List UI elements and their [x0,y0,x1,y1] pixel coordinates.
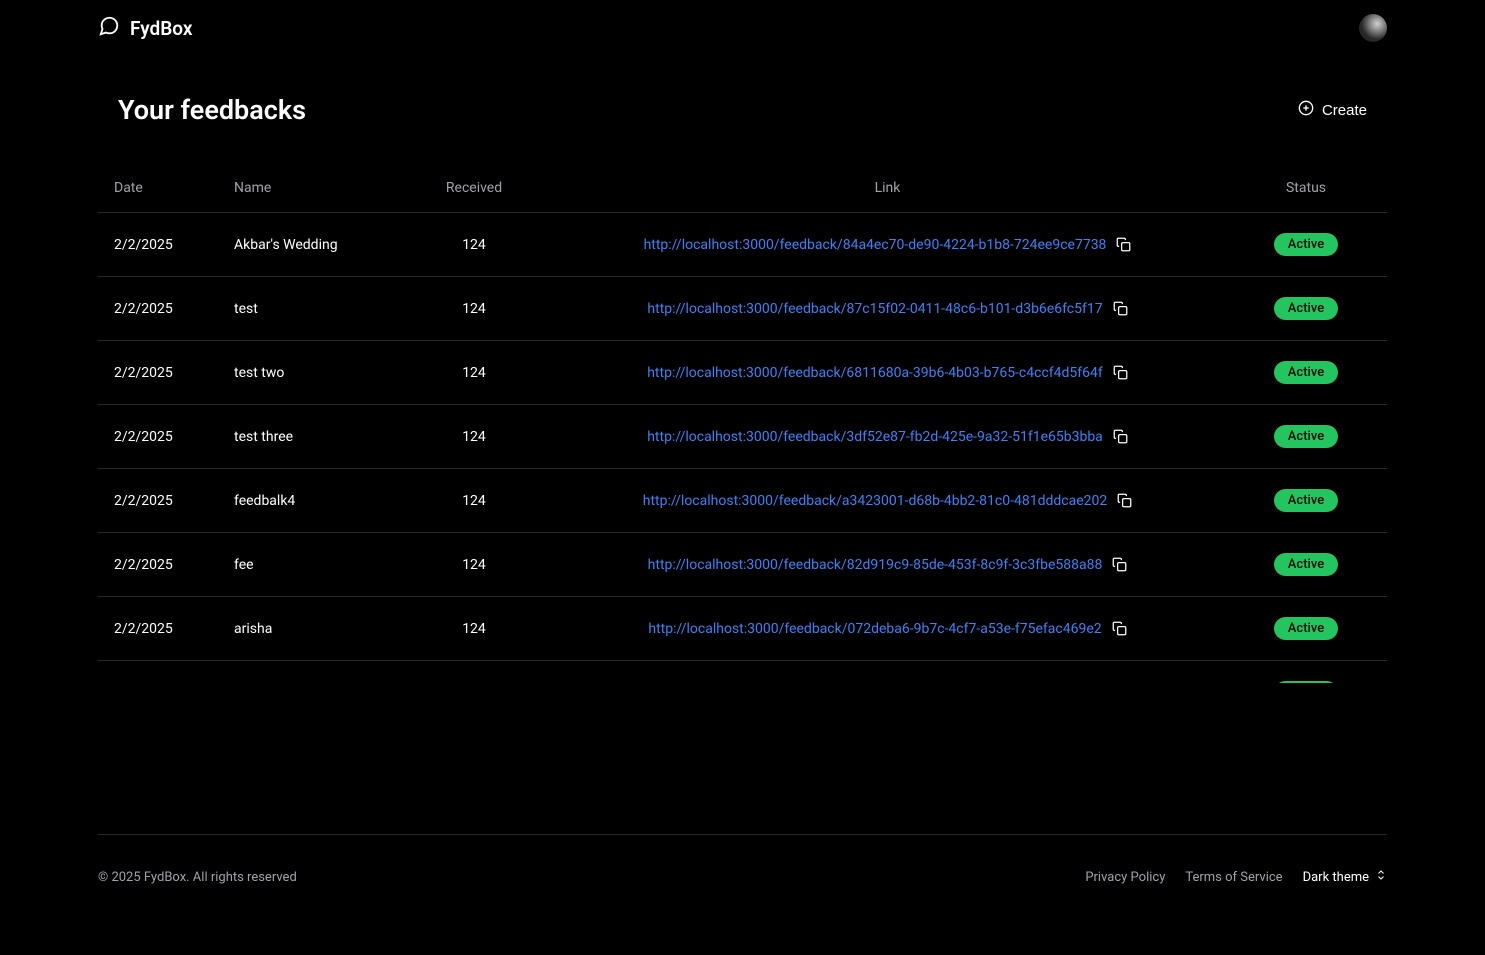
cell-name: arisha [234,621,414,637]
table-row[interactable]: 2/2/2025sahiltwo124http://localhost:3000… [98,661,1387,683]
feedback-link[interactable]: http://localhost:3000/feedback/3df52e87-… [647,429,1103,445]
status-badge: Active [1274,425,1338,448]
cell-name: feedbalk4 [234,493,414,509]
table-row[interactable]: 2/2/2025test three124 http://localhost:30… [98,405,1387,469]
cell-name: fee [234,557,414,573]
logo[interactable]: FydBox [98,15,192,41]
table-row[interactable]: 2/2/2025feedbalk4124 http://localhost:300… [98,469,1387,533]
feedback-link[interactable]: http://localhost:3000/feedback/6811680a-… [647,365,1103,381]
feedback-link[interactable]: http://localhost:3000/feedback/a3423001-… [643,493,1107,509]
cell-received: 124 [414,429,534,445]
status-badge: Active [1274,361,1338,384]
feedback-link[interactable]: http://localhost:3000/feedback/87c15f02-… [647,301,1102,317]
cell-link: http://localhost:3000/feedback/87c15f02-… [534,301,1241,317]
cell-status: Active [1241,617,1371,640]
table-row[interactable]: 2/2/2025test two124 http://localhost:3000… [98,341,1387,405]
column-header-date: Date [114,180,234,196]
copy-icon[interactable] [1116,237,1131,252]
column-header-link: Link [534,180,1241,196]
cell-date: 2/2/2025 [114,557,234,573]
footer-divider [98,834,1387,835]
copy-icon[interactable] [1117,493,1132,508]
cell-link: http://localhost:3000/feedback/84a4ec70-… [534,237,1241,253]
feedback-link[interactable]: http://localhost:3000/feedback/82d919c9-… [648,557,1103,573]
cell-status: Active [1241,489,1371,512]
header: FydBox [0,0,1485,56]
table-body: 2/2/2025Akbar's Wedding124http://localho… [98,213,1387,683]
cell-name: Akbar's Wedding [234,237,414,253]
table-header: Date Name Received Link Status [98,180,1387,213]
status-badge: Active [1274,681,1338,683]
chevron-up-down-icon [1375,869,1387,885]
logo-text: FydBox [130,17,192,40]
table-row[interactable]: 2/2/2025fee124 http://localhost:3000/feed… [98,533,1387,597]
terms-link[interactable]: Terms of Service [1185,870,1282,885]
cell-status: Active [1241,681,1371,683]
column-header-received: Received [414,180,534,196]
cell-name: test three [234,429,414,445]
copy-icon[interactable] [1112,557,1127,572]
theme-selector[interactable]: Dark theme [1303,869,1387,885]
page-title: Your feedbacks [118,94,306,126]
footer-right: Privacy Policy Terms of Service Dark the… [1085,869,1387,885]
cell-link: http://localhost:3000/feedback/6811680a-… [534,365,1241,381]
cell-received: 124 [414,557,534,573]
status-badge: Active [1274,553,1338,576]
footer: © 2025 FydBox. All rights reserved Priva… [0,814,1485,955]
status-badge: Active [1274,297,1338,320]
cell-link: http://localhost:3000/feedback/82d919c9-… [534,557,1241,573]
cell-date: 2/2/2025 [114,621,234,637]
column-header-name: Name [234,180,414,196]
copy-icon[interactable] [1113,429,1128,444]
cell-date: 2/2/2025 [114,429,234,445]
chat-bubble-icon [98,15,120,41]
copyright-text: © 2025 FydBox. All rights reserved [98,870,297,885]
theme-label: Dark theme [1303,870,1369,885]
cell-link: http://localhost:3000/feedback/072deba6-… [534,621,1241,637]
create-button[interactable]: Create [1298,100,1367,120]
status-badge: Active [1274,233,1338,256]
cell-date: 2/2/2025 [114,301,234,317]
feedbacks-table: Date Name Received Link Status 2/2/2025A… [98,180,1387,683]
copy-icon[interactable] [1112,621,1127,636]
cell-date: 2/2/2025 [114,237,234,253]
copy-icon[interactable] [1113,365,1128,380]
footer-content: © 2025 FydBox. All rights reserved Priva… [98,869,1387,885]
create-button-label: Create [1322,102,1367,119]
cell-status: Active [1241,233,1371,256]
copy-icon[interactable] [1113,301,1128,316]
column-header-status: Status [1241,180,1371,196]
cell-date: 2/2/2025 [114,493,234,509]
plus-circle-icon [1298,100,1314,120]
status-badge: Active [1274,489,1338,512]
avatar[interactable] [1359,14,1387,42]
cell-name: test two [234,365,414,381]
cell-received: 124 [414,365,534,381]
cell-received: 124 [414,301,534,317]
cell-status: Active [1241,361,1371,384]
cell-name: test [234,301,414,317]
cell-status: Active [1241,553,1371,576]
table-row[interactable]: 2/2/2025test124 http://localhost:3000/fee… [98,277,1387,341]
main-content: Your feedbacks Create Date Name Received… [0,56,1485,683]
cell-date: 2/2/2025 [114,365,234,381]
privacy-link[interactable]: Privacy Policy [1085,870,1165,885]
cell-received: 124 [414,621,534,637]
cell-link: http://localhost:3000/feedback/a3423001-… [534,493,1241,509]
cell-received: 124 [414,493,534,509]
page-header: Your feedbacks Create [98,94,1387,126]
feedback-link[interactable]: http://localhost:3000/feedback/072deba6-… [648,621,1101,637]
cell-status: Active [1241,297,1371,320]
cell-link: http://localhost:3000/feedback/3df52e87-… [534,429,1241,445]
feedback-link[interactable]: http://localhost:3000/feedback/84a4ec70-… [644,237,1107,253]
cell-status: Active [1241,425,1371,448]
cell-received: 124 [414,237,534,253]
table-row[interactable]: 2/2/2025arisha124 http://localhost:3000/f… [98,597,1387,661]
table-row[interactable]: 2/2/2025Akbar's Wedding124 http://localho… [98,213,1387,277]
status-badge: Active [1274,617,1338,640]
